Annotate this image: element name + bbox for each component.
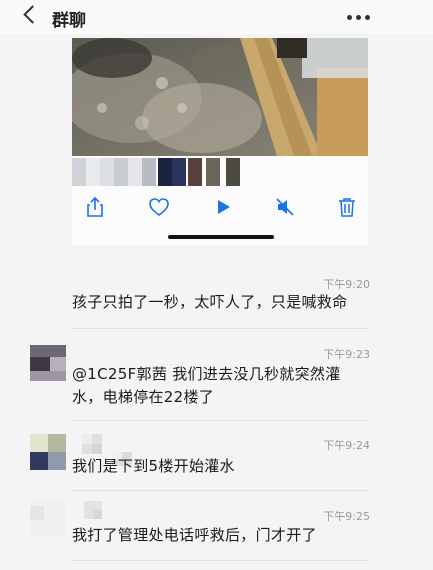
pixelated-name-redaction bbox=[82, 434, 102, 454]
video-controls bbox=[72, 190, 368, 230]
video-message[interactable] bbox=[72, 38, 368, 245]
message-line: 孩子只拍了一秒，太吓人了，只是喊救命 bbox=[72, 293, 348, 311]
divider bbox=[72, 420, 368, 421]
filmstrip-thumb[interactable] bbox=[158, 158, 172, 186]
divider bbox=[72, 328, 368, 329]
avatar[interactable] bbox=[30, 500, 66, 536]
filmstrip-thumb[interactable] bbox=[128, 158, 142, 186]
filmstrip-thumb[interactable] bbox=[172, 158, 186, 186]
message-line: 我打了管理处电话呼救后，门才开了 bbox=[72, 526, 317, 544]
message-timestamp: 下午9:23 bbox=[323, 348, 370, 361]
pixelated-name-redaction bbox=[84, 501, 102, 519]
filmstrip-thumb[interactable] bbox=[226, 158, 240, 186]
heart-icon[interactable] bbox=[148, 196, 170, 218]
play-icon[interactable] bbox=[212, 196, 234, 218]
divider bbox=[72, 560, 368, 561]
avatar[interactable] bbox=[30, 434, 66, 470]
chevron-left-icon[interactable] bbox=[23, 5, 42, 24]
avatar-image bbox=[30, 345, 66, 381]
filmstrip-thumb[interactable] bbox=[100, 158, 114, 186]
divider bbox=[72, 490, 368, 491]
home-indicator bbox=[168, 235, 274, 239]
avatar[interactable] bbox=[30, 345, 66, 381]
filmstrip-thumb[interactable] bbox=[86, 158, 100, 186]
avatar-image bbox=[30, 500, 66, 536]
message-line: 水，电梯停在22楼了 bbox=[72, 388, 215, 406]
message-timestamp: 下午9:20 bbox=[323, 278, 370, 291]
more-dots-icon[interactable] bbox=[347, 15, 371, 21]
video-frame[interactable] bbox=[72, 38, 368, 156]
trash-icon[interactable] bbox=[336, 196, 358, 218]
message-text[interactable]: 我打了管理处电话呼救后，门才开了 bbox=[72, 524, 317, 547]
message-text[interactable]: 孩子只拍了一秒，太吓人了，只是喊救命 bbox=[72, 291, 347, 314]
filmstrip-thumb[interactable] bbox=[72, 158, 86, 186]
chat-title: 群聊 bbox=[52, 11, 86, 31]
filmstrip-thumb[interactable] bbox=[142, 158, 156, 186]
video-filmstrip[interactable] bbox=[72, 158, 368, 190]
filmstrip-thumb[interactable] bbox=[114, 158, 128, 186]
message-text[interactable]: 我们是下到5楼开始灌水 bbox=[72, 455, 235, 478]
filmstrip-thumb[interactable] bbox=[206, 158, 220, 186]
filmstrip-thumb[interactable] bbox=[188, 158, 202, 186]
video-still-image bbox=[72, 38, 368, 156]
mute-icon[interactable] bbox=[274, 196, 296, 218]
message-timestamp: 下午9:25 bbox=[323, 510, 370, 523]
share-icon[interactable] bbox=[84, 196, 106, 218]
message-timestamp: 下午9:24 bbox=[323, 439, 370, 452]
message-text[interactable]: @1C25F郭茜 我们进去没几秒就突然灌 水，电梯停在22楼了 bbox=[72, 363, 341, 409]
message-line: 我们是下到5楼开始灌水 bbox=[72, 457, 235, 475]
avatar-image bbox=[30, 434, 66, 470]
message-line: @1C25F郭茜 我们进去没几秒就突然灌 bbox=[72, 365, 341, 383]
top-bar: 群聊 bbox=[0, 0, 433, 34]
